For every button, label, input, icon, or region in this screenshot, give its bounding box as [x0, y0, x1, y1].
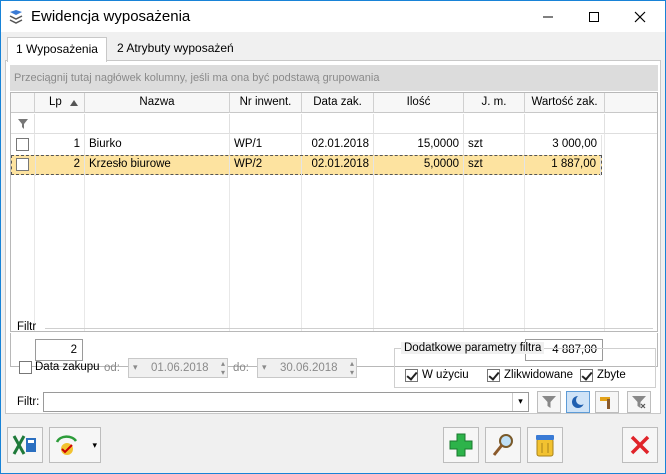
export-excel-button[interactable]	[7, 427, 43, 463]
magnifier-icon	[492, 434, 513, 456]
header-nr-inwent[interactable]: Nr inwent.	[230, 93, 302, 113]
filter-text-label: Filtr:	[17, 396, 40, 408]
filter-cell[interactable]	[230, 114, 302, 134]
window: Ewidencja wyposażenia 1 Wyposażenia 2 At…	[0, 0, 666, 474]
filter-cell[interactable]	[525, 114, 605, 134]
close-icon	[634, 11, 646, 22]
filter-section-label: Filtr	[17, 321, 37, 333]
from-label: od:	[104, 362, 120, 374]
group-by-area[interactable]: Przeciągnij tutaj nagłówek kolumny, jeśl…	[10, 65, 658, 91]
extra-filter-group	[394, 348, 656, 388]
tab-wyposazenia[interactable]: 1 Wyposażenia	[7, 37, 107, 62]
filter-cell[interactable]	[374, 114, 464, 134]
table-row[interactable]: 1 Biurko WP/1 02.01.2018 15,0000 szt 3 0…	[11, 135, 602, 155]
title-bar: Ewidencja wyposażenia	[1, 1, 665, 32]
header-nazwa[interactable]: Nazwa	[85, 93, 230, 113]
operations-icon	[55, 435, 78, 455]
maximize-icon	[589, 11, 599, 22]
row-checkbox[interactable]	[16, 158, 29, 171]
filter-row-button[interactable]	[11, 114, 35, 134]
header-checkbox[interactable]	[11, 93, 35, 113]
filter-row	[11, 114, 657, 134]
view-button[interactable]	[485, 427, 521, 463]
trash-icon	[536, 435, 554, 457]
liquidated-checkbox[interactable]	[487, 369, 500, 382]
hammer-icon	[600, 397, 610, 409]
plus-icon	[449, 433, 473, 457]
maximize-button[interactable]	[571, 1, 617, 32]
add-button[interactable]	[443, 427, 479, 463]
close-x-icon	[630, 435, 650, 455]
to-date-input[interactable]: ▾ 30.06.2018 ▴ ▾	[257, 358, 357, 378]
from-date-input[interactable]: ▾ 01.06.2018 ▴ ▾	[128, 358, 228, 378]
filter-cell[interactable]	[464, 114, 525, 134]
header-wartosc-zak[interactable]: Wartość zak.	[525, 93, 605, 113]
filter-builder-button[interactable]	[595, 391, 619, 413]
tab-atrybuty[interactable]: 2 Atrybuty wyposażeń	[109, 37, 242, 61]
operations-menu-button[interactable]: ▾	[49, 427, 101, 463]
app-icon	[9, 10, 23, 24]
tab-strip: 1 Wyposażenia 2 Atrybuty wyposażeń	[1, 37, 665, 62]
clear-funnel-icon	[632, 396, 646, 409]
spin-icon[interactable]: ▴ ▾	[221, 359, 225, 377]
dropdown-icon[interactable]: ▾	[512, 393, 528, 411]
funnel-icon	[17, 119, 28, 129]
window-title: Ewidencja wyposażenia	[31, 8, 191, 25]
grid-header: Lp Nazwa Nr inwent. Data zak. Ilość J. m…	[11, 93, 657, 113]
moon-icon	[572, 395, 585, 408]
close-button[interactable]	[617, 1, 663, 32]
delete-button[interactable]	[527, 427, 563, 463]
clear-filter-button[interactable]	[627, 391, 651, 413]
in-use-checkbox[interactable]	[405, 369, 418, 382]
header-data-zak[interactable]: Data zak.	[302, 93, 374, 113]
dropdown-icon: ▾	[262, 362, 267, 372]
header-lp[interactable]: Lp	[35, 93, 85, 113]
equipment-grid: Lp Nazwa Nr inwent. Data zak. Ilość J. m…	[10, 92, 658, 332]
apply-filter-button[interactable]	[537, 391, 561, 413]
header-ilosc[interactable]: Ilość	[374, 93, 464, 113]
refresh-filter-button[interactable]	[566, 391, 590, 413]
spin-icon[interactable]: ▴ ▾	[350, 359, 354, 377]
minimize-button[interactable]	[525, 1, 571, 32]
minimize-icon	[543, 16, 553, 17]
header-jm[interactable]: J. m.	[464, 93, 525, 113]
date-filter-label: Data zakupu	[35, 361, 100, 373]
sort-asc-icon	[70, 100, 78, 106]
to-label: do:	[233, 362, 249, 374]
close-window-button[interactable]	[622, 427, 658, 463]
table-row-selected[interactable]: 2 Krzesło biurowe WP/2 02.01.2018 5,0000…	[11, 155, 602, 176]
date-filter-checkbox[interactable]	[19, 361, 32, 374]
filter-cell[interactable]	[85, 114, 230, 134]
filter-cell[interactable]	[302, 114, 374, 134]
extra-filter-label: Dodatkowe parametry filtra	[401, 342, 545, 354]
excel-export-icon	[12, 435, 36, 455]
row-checkbox[interactable]	[16, 138, 29, 151]
filter-text-input[interactable]: ▾	[43, 392, 529, 412]
sold-checkbox[interactable]	[580, 369, 593, 382]
chevron-down-icon: ▾	[92, 440, 97, 450]
funnel-icon	[542, 396, 556, 408]
footer-count: 2	[35, 339, 83, 361]
filter-cell[interactable]	[35, 114, 85, 134]
dropdown-icon: ▾	[133, 362, 138, 372]
